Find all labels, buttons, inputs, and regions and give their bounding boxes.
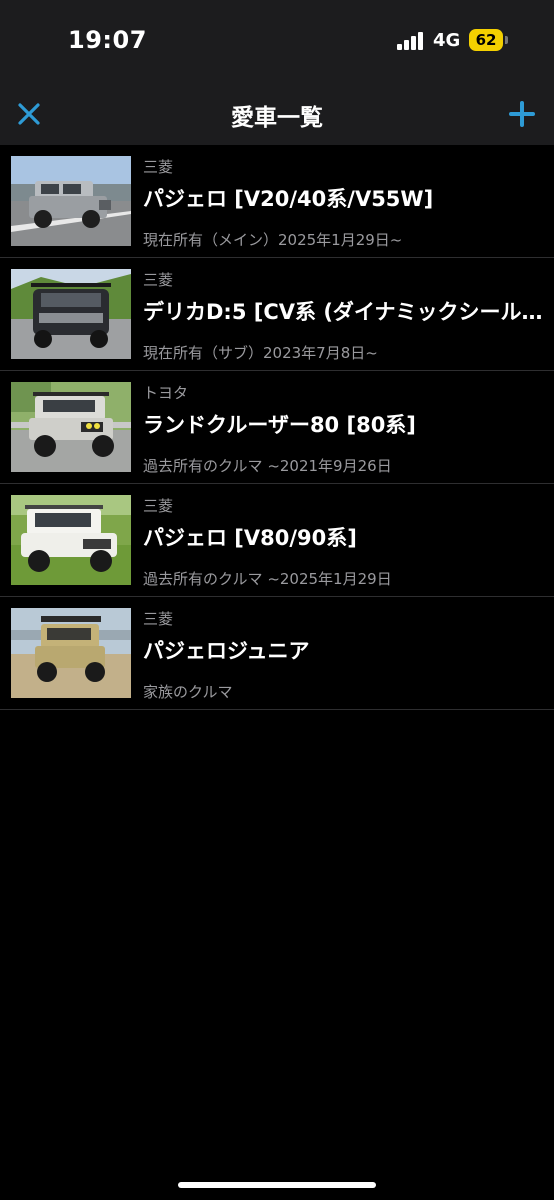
car-ownership: 過去所有のクルマ ~2021年9月26日 <box>143 457 392 475</box>
car-ownership: 現在所有（メイン）2025年1月29日~ <box>143 231 403 249</box>
battery-tip <box>505 36 508 44</box>
car-photo <box>11 382 131 472</box>
car-model: デリカD:5 [CV系 (ダイナミックシールド)] <box>143 300 543 324</box>
car-model: パジェロ [V80/90系] <box>143 526 357 550</box>
plus-icon[interactable] <box>509 101 535 127</box>
top-bar: 19:07 4G 62 愛車一覧 <box>0 0 554 145</box>
car-list: 三菱 パジェロ [V20/40系/V55W] 現在所有（メイン）2025年1月2… <box>0 145 554 710</box>
car-row[interactable]: トヨタ ランドクルーザー80 [80系] 過去所有のクルマ ~2021年9月26… <box>0 371 554 484</box>
car-maker: 三菱 <box>143 497 174 515</box>
car-photo <box>11 608 131 698</box>
network-type: 4G <box>433 30 461 51</box>
signal-icon <box>397 32 427 50</box>
battery-icon: 62 <box>469 29 503 51</box>
car-model: パジェロ [V20/40系/V55W] <box>143 187 434 211</box>
battery-level: 62 <box>475 31 497 49</box>
car-ownership: 過去所有のクルマ ~2025年1月29日 <box>143 570 392 588</box>
car-ownership: 現在所有（サブ）2023年7月8日~ <box>143 344 378 362</box>
car-row[interactable]: 三菱 パジェロ [V80/90系] 過去所有のクルマ ~2025年1月29日 <box>0 484 554 597</box>
car-model: パジェロジュニア <box>143 639 310 663</box>
car-row[interactable]: 三菱 デリカD:5 [CV系 (ダイナミックシールド)] 現在所有（サブ）202… <box>0 258 554 371</box>
car-model: ランドクルーザー80 [80系] <box>143 413 416 437</box>
car-maker: 三菱 <box>143 271 174 289</box>
page-title: 愛車一覧 <box>231 105 323 131</box>
car-row[interactable]: 三菱 パジェロジュニア 家族のクルマ <box>0 597 554 710</box>
car-ownership: 家族のクルマ <box>143 683 233 701</box>
car-maker: トヨタ <box>143 384 189 402</box>
status-time: 19:07 <box>68 26 147 54</box>
car-photo <box>11 495 131 585</box>
car-row[interactable]: 三菱 パジェロ [V20/40系/V55W] 現在所有（メイン）2025年1月2… <box>0 145 554 258</box>
car-maker: 三菱 <box>143 158 174 176</box>
car-photo <box>11 156 131 246</box>
car-photo <box>11 269 131 359</box>
car-maker: 三菱 <box>143 610 174 628</box>
home-indicator[interactable] <box>178 1182 376 1188</box>
